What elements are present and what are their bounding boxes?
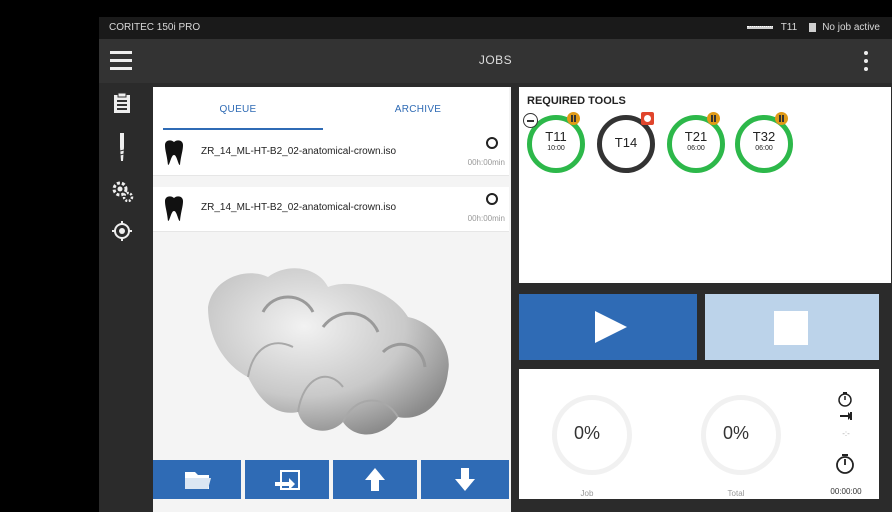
move-up-button[interactable] [333, 460, 417, 499]
arrow-down-icon [455, 468, 475, 491]
main-content: QUEUE ARCHIVE ZR_14_ML-HT-B2_02-anatomic… [153, 87, 891, 512]
job-progress-label: Job [580, 489, 594, 498]
folder-icon [185, 472, 211, 489]
stop-icon [774, 311, 808, 345]
job-queue-panel: QUEUE ARCHIVE ZR_14_ML-HT-B2_02-anatomic… [153, 87, 511, 512]
job-file-name: ZR_14_ML-HT-B2_02-anatomical-crown.iso [201, 202, 397, 213]
tooth-icon [165, 196, 183, 221]
job-status-icon[interactable] [486, 137, 498, 149]
job-file-name: ZR_14_ML-HT-B2_02-anatomical-crown.iso [201, 146, 397, 157]
crosshair-icon[interactable] [110, 219, 134, 243]
import-icon [275, 470, 300, 490]
move-down-button[interactable] [421, 460, 509, 499]
stop-button[interactable] [705, 294, 879, 360]
document-icon [809, 23, 817, 32]
queue-item[interactable]: ZR_14_ML-HT-B2_02-anatomical-crown.iso 0… [153, 187, 509, 232]
job-duration: 00h:00min [467, 158, 505, 167]
start-button[interactable] [519, 294, 697, 360]
total-progress-value: 0% [722, 423, 749, 443]
tooth-icon [165, 140, 183, 165]
page-title: JOBS [478, 53, 513, 67]
side-navigation [99, 83, 145, 512]
import-button[interactable] [245, 460, 329, 499]
crown-3d-preview[interactable] [153, 237, 509, 455]
tab-queue[interactable]: QUEUE [153, 104, 323, 130]
clipboard-icon[interactable] [110, 91, 134, 115]
tab-archive[interactable]: ARCHIVE [333, 104, 503, 115]
more-options-icon[interactable] [864, 51, 868, 71]
control-column: 0% Job 0% Total -:- 00:00:00 [519, 87, 891, 512]
stopwatch-estimate-icon [838, 392, 852, 420]
settings-gears-icon[interactable] [110, 179, 134, 203]
job-progress-value: 0% [573, 423, 600, 443]
cable-icon [746, 26, 773, 29]
queue-tabs: QUEUE ARCHIVE [153, 87, 509, 131]
app-header: JOBS [99, 39, 892, 83]
total-progress-label: Total [727, 489, 745, 498]
job-status-label: No job active [822, 22, 880, 33]
app-screen: CORITEC 150i PRO T11 No job active JOBS [99, 17, 892, 512]
milling-tool-icon[interactable] [110, 133, 134, 161]
play-icon [595, 311, 627, 343]
elapsed-time: 00:00:00 [830, 487, 862, 496]
status-right: T11 No job active [746, 22, 880, 33]
queue-item[interactable]: ZR_14_ML-HT-B2_02-anatomical-crown.iso 0… [153, 131, 509, 176]
active-tool-label: T11 [780, 22, 798, 33]
job-status-icon[interactable] [486, 193, 498, 205]
job-duration: 00h:00min [467, 214, 505, 223]
estimated-time: -:- [842, 429, 850, 438]
open-folder-button[interactable] [153, 460, 241, 499]
device-name: CORITEC 150i PRO [109, 22, 201, 33]
status-bar: CORITEC 150i PRO T11 No job active [99, 17, 892, 39]
arrow-up-icon [365, 468, 385, 491]
queue-toolbar [153, 460, 509, 499]
progress-panel: 0% Job 0% Total -:- 00:00:00 [519, 369, 879, 499]
stopwatch-icon [836, 454, 854, 474]
